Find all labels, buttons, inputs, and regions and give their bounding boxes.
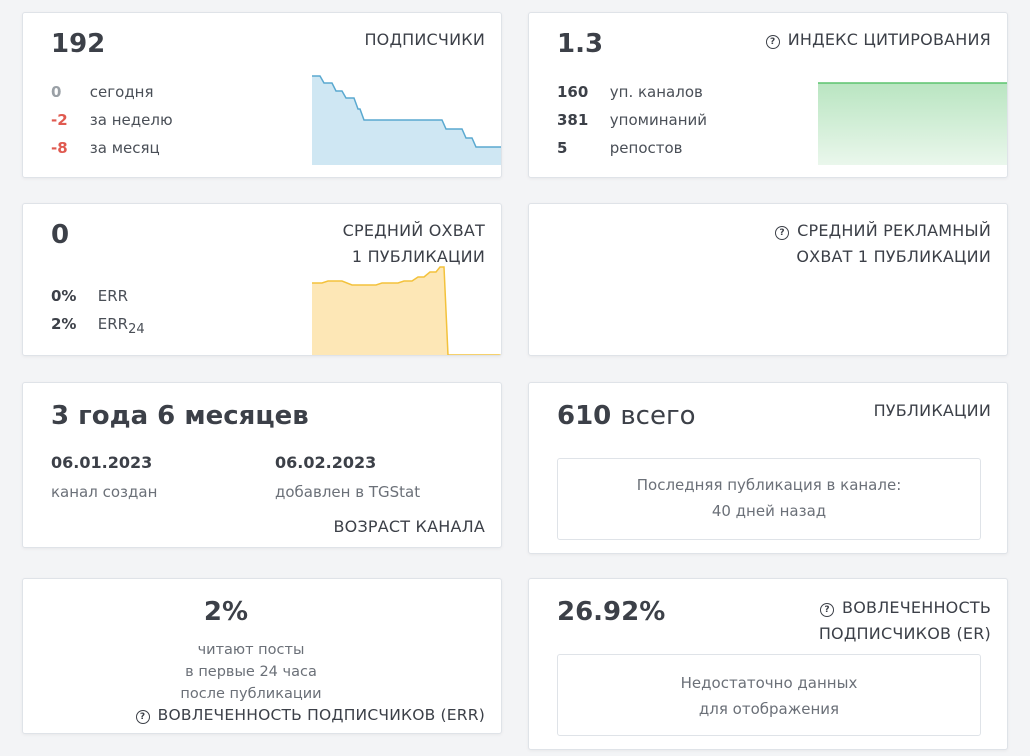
citation-reposts-value: 5	[557, 139, 568, 157]
citation-mentions-label: упоминаний	[609, 111, 708, 129]
er-engagement-card[interactable]: 26.92% ? ВОВЛЕЧЕННОСТЬ ПОДПИСЧИКОВ (ER) Н…	[528, 578, 1008, 750]
subscribers-sparkline	[312, 75, 501, 165]
citation-channels-label: уп. каналов	[609, 83, 703, 101]
average-reach-title-line1: СРЕДНИЙ ОХВАТ	[342, 221, 485, 240]
citation-channels-value: 160	[557, 83, 589, 101]
err24-subscript: 24	[128, 322, 145, 337]
publications-total: 610 всего	[557, 401, 696, 431]
err-engagement-card[interactable]: 2% читают посты в первые 24 часа после п…	[22, 578, 502, 734]
subscribers-month-row: -8 за месяц	[51, 134, 160, 162]
err-engagement-description: читают посты в первые 24 часа после публ…	[23, 639, 479, 705]
channel-age-card[interactable]: 3 года 6 месяцев 06.01.2023 канал создан…	[22, 382, 502, 548]
citation-mentions-row: 381 упоминаний	[557, 106, 707, 134]
help-icon[interactable]: ?	[135, 710, 150, 724]
average-ad-reach-title-line2: ОХВАТ 1 ПУБЛИКАЦИИ	[796, 247, 991, 266]
subscribers-card[interactable]: 192 ПОДПИСЧИКИ 0 сегодня -2 за неделю -8…	[22, 12, 502, 178]
subscribers-month-value: -8	[51, 139, 68, 157]
subscribers-week-label: за неделю	[89, 111, 173, 129]
last-publication-box: Последняя публикация в канале: 40 дней н…	[557, 458, 981, 540]
channel-age-title: ВОЗРАСТ КАНАЛА	[333, 517, 485, 536]
help-icon[interactable]: ?	[775, 226, 790, 240]
er-engagement-title: ? ВОВЛЕЧЕННОСТЬ ПОДПИСЧИКОВ (ER)	[819, 595, 991, 647]
err-value: 0%	[51, 287, 77, 305]
err24-row: 2% ERR24	[51, 310, 145, 344]
average-ad-reach-title-line1: ? СРЕДНИЙ РЕКЛАМНЫЙ	[775, 218, 991, 244]
citation-mentions-value: 381	[557, 111, 589, 129]
citation-sparkline	[818, 82, 1007, 165]
average-ad-reach-card[interactable]: ? СРЕДНИЙ РЕКЛАМНЫЙ ОХВАТ 1 ПУБЛИКАЦИИ	[528, 203, 1008, 356]
err24-label-text: ERR	[97, 315, 129, 333]
publications-total-suffix: всего	[620, 401, 696, 431]
citation-index-value: 1.3	[557, 29, 604, 59]
average-ad-reach-title: ? СРЕДНИЙ РЕКЛАМНЫЙ ОХВАТ 1 ПУБЛИКАЦИИ	[775, 218, 991, 270]
publications-title: ПУБЛИКАЦИИ	[873, 401, 991, 420]
average-ad-reach-title-line1-text: СРЕДНИЙ РЕКЛАМНЫЙ	[797, 221, 991, 240]
err-engagement-title-text: ВОВЛЕЧЕННОСТЬ ПОДПИСЧИКОВ (ERR)	[157, 706, 485, 724]
created-date: 06.01.2023	[51, 453, 153, 472]
er-empty-line2: для отображения	[698, 700, 840, 718]
err-engagement-title: ? ВОВЛЕЧЕННОСТЬ ПОДПИСЧИКОВ (ERR)	[135, 702, 485, 728]
er-title-line1: ? ВОВЛЕЧЕННОСТЬ	[819, 595, 991, 621]
average-reach-value: 0	[51, 220, 70, 250]
average-reach-card[interactable]: 0 СРЕДНИЙ ОХВАТ 1 ПУБЛИКАЦИИ 0% ERR 2% E…	[22, 203, 502, 356]
subscribers-count: 192	[51, 29, 106, 59]
er-empty-box: Недостаточно данных для отображения	[557, 654, 981, 736]
citation-title-text: ИНДЕКС ЦИТИРОВАНИЯ	[787, 30, 991, 49]
added-date: 06.02.2023	[275, 453, 377, 472]
er-title-line1-text: ВОВЛЕЧЕННОСТЬ	[842, 598, 991, 617]
citation-reposts-label: репостов	[609, 139, 683, 157]
err-desc-line1: читают посты	[197, 642, 305, 658]
publications-total-value: 610	[557, 401, 612, 431]
subscribers-today-value: 0	[51, 83, 62, 101]
help-icon[interactable]: ?	[765, 35, 780, 49]
created-label: канал создан	[51, 483, 158, 501]
channel-age-value: 3 года 6 месяцев	[51, 401, 309, 431]
er-empty-line1: Недостаточно данных	[680, 674, 858, 692]
err-engagement-value: 2%	[203, 597, 249, 627]
added-label: добавлен в TGStat	[275, 483, 421, 501]
subscribers-today-label: сегодня	[89, 83, 154, 101]
err24-label: ERR24	[97, 315, 145, 337]
subscribers-today-row: 0 сегодня	[51, 78, 154, 106]
subscribers-month-label: за месяц	[89, 139, 160, 157]
average-reach-sparkline	[312, 266, 501, 355]
help-icon[interactable]: ?	[820, 603, 835, 617]
err-row: 0% ERR	[51, 282, 128, 310]
er-engagement-value: 26.92%	[557, 597, 666, 627]
average-reach-title: СРЕДНИЙ ОХВАТ 1 ПУБЛИКАЦИИ	[343, 218, 485, 270]
er-title-line2: ПОДПИСЧИКОВ (ER)	[818, 624, 991, 643]
err24-value: 2%	[51, 315, 77, 333]
subscribers-week-value: -2	[51, 111, 68, 129]
last-publication-value: 40 дней назад	[711, 502, 827, 520]
citation-reposts-row: 5 репостов	[557, 134, 683, 162]
subscribers-week-row: -2 за неделю	[51, 106, 173, 134]
citation-channels-row: 160 уп. каналов	[557, 78, 703, 106]
last-publication-label: Последняя публикация в канале:	[636, 476, 902, 494]
citation-card[interactable]: 1.3 ? ИНДЕКС ЦИТИРОВАНИЯ 160 уп. каналов …	[528, 12, 1008, 178]
err-desc-line2: в первые 24 часа	[185, 664, 317, 680]
subscribers-title: ПОДПИСЧИКИ	[364, 30, 485, 49]
publications-card[interactable]: 610 всего ПУБЛИКАЦИИ Последняя публикаци…	[528, 382, 1008, 554]
citation-title: ? ИНДЕКС ЦИТИРОВАНИЯ	[765, 27, 991, 53]
err-label: ERR	[97, 287, 129, 305]
